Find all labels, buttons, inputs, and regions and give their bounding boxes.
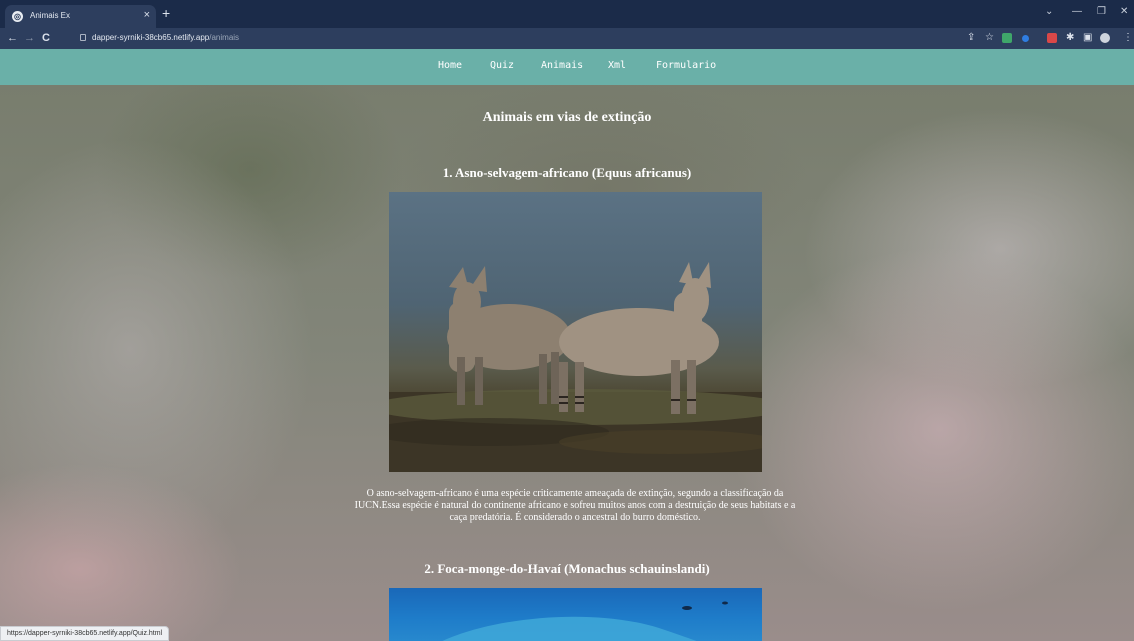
back-icon[interactable]: ←: [7, 31, 18, 45]
minimize-icon[interactable]: —: [1072, 5, 1082, 19]
share-icon[interactable]: ⇪: [967, 31, 975, 45]
lock-icon[interactable]: [80, 34, 86, 41]
nav-link-home[interactable]: Home: [438, 60, 462, 71]
menu-kebab-icon[interactable]: ⋮: [1123, 31, 1133, 45]
nav-link-quiz[interactable]: Quiz: [490, 60, 514, 71]
animal-description-1: O asno-selvagem-africano é uma espécie c…: [354, 488, 796, 523]
page-title: Animais em vias de extinção: [482, 110, 652, 125]
nav-link-formulario[interactable]: Formulario: [656, 60, 716, 71]
new-tab-button[interactable]: +: [162, 5, 170, 21]
extension-sheets-icon[interactable]: [1002, 33, 1012, 43]
site-navbar: Home Quiz Animais Xml Formulario: [0, 49, 1134, 85]
extension-red-icon[interactable]: [1047, 33, 1057, 43]
close-window-icon[interactable]: ✕: [1120, 5, 1128, 19]
profile-avatar-icon[interactable]: [1100, 33, 1110, 43]
browser-tab[interactable]: ◎ Animais Ex ×: [5, 5, 156, 28]
page-viewport: Home Quiz Animais Xml Formulario Animais…: [0, 49, 1134, 641]
tab-title: Animais Ex: [30, 11, 71, 20]
donkeys-illustration: [389, 262, 762, 472]
nav-link-xml[interactable]: Xml: [608, 60, 626, 71]
forward-icon[interactable]: →: [24, 31, 35, 45]
animal-heading-1: 1. Asno-selvagem-africano (Equus african…: [442, 165, 692, 180]
bookmark-star-icon[interactable]: ☆: [985, 31, 994, 45]
address-bar: ← → C dapper-syrniki-38cb65.netlify.app/…: [0, 28, 1134, 49]
seal-underwater-illustration: [442, 601, 728, 641]
browser-tab-strip: ◎ Animais Ex × + ⌄ — ❐ ✕: [0, 0, 1134, 28]
photo-african-wild-ass: [389, 192, 762, 472]
link-status-bar: https://dapper-syrniki-38cb65.netlify.ap…: [0, 626, 170, 641]
side-panel-icon[interactable]: ▣: [1083, 31, 1092, 45]
nav-link-animais[interactable]: Animais: [541, 60, 583, 71]
globe-icon: ◎: [12, 11, 23, 22]
photo-hawaiian-monk-seal: [389, 588, 762, 641]
tab-search-icon[interactable]: ⌄: [1045, 5, 1053, 19]
url-field[interactable]: dapper-syrniki-38cb65.netlify.app/animai…: [92, 33, 239, 42]
tab-close-icon[interactable]: ×: [144, 9, 150, 22]
reload-icon[interactable]: C: [42, 31, 50, 45]
extension-blue-icon[interactable]: [1022, 35, 1029, 42]
animal-heading-2: 2. Foca-monge-do-Havaí (Monachus schauin…: [424, 561, 710, 576]
restore-icon[interactable]: ❐: [1097, 5, 1106, 19]
extensions-puzzle-icon[interactable]: ✱: [1066, 31, 1074, 45]
